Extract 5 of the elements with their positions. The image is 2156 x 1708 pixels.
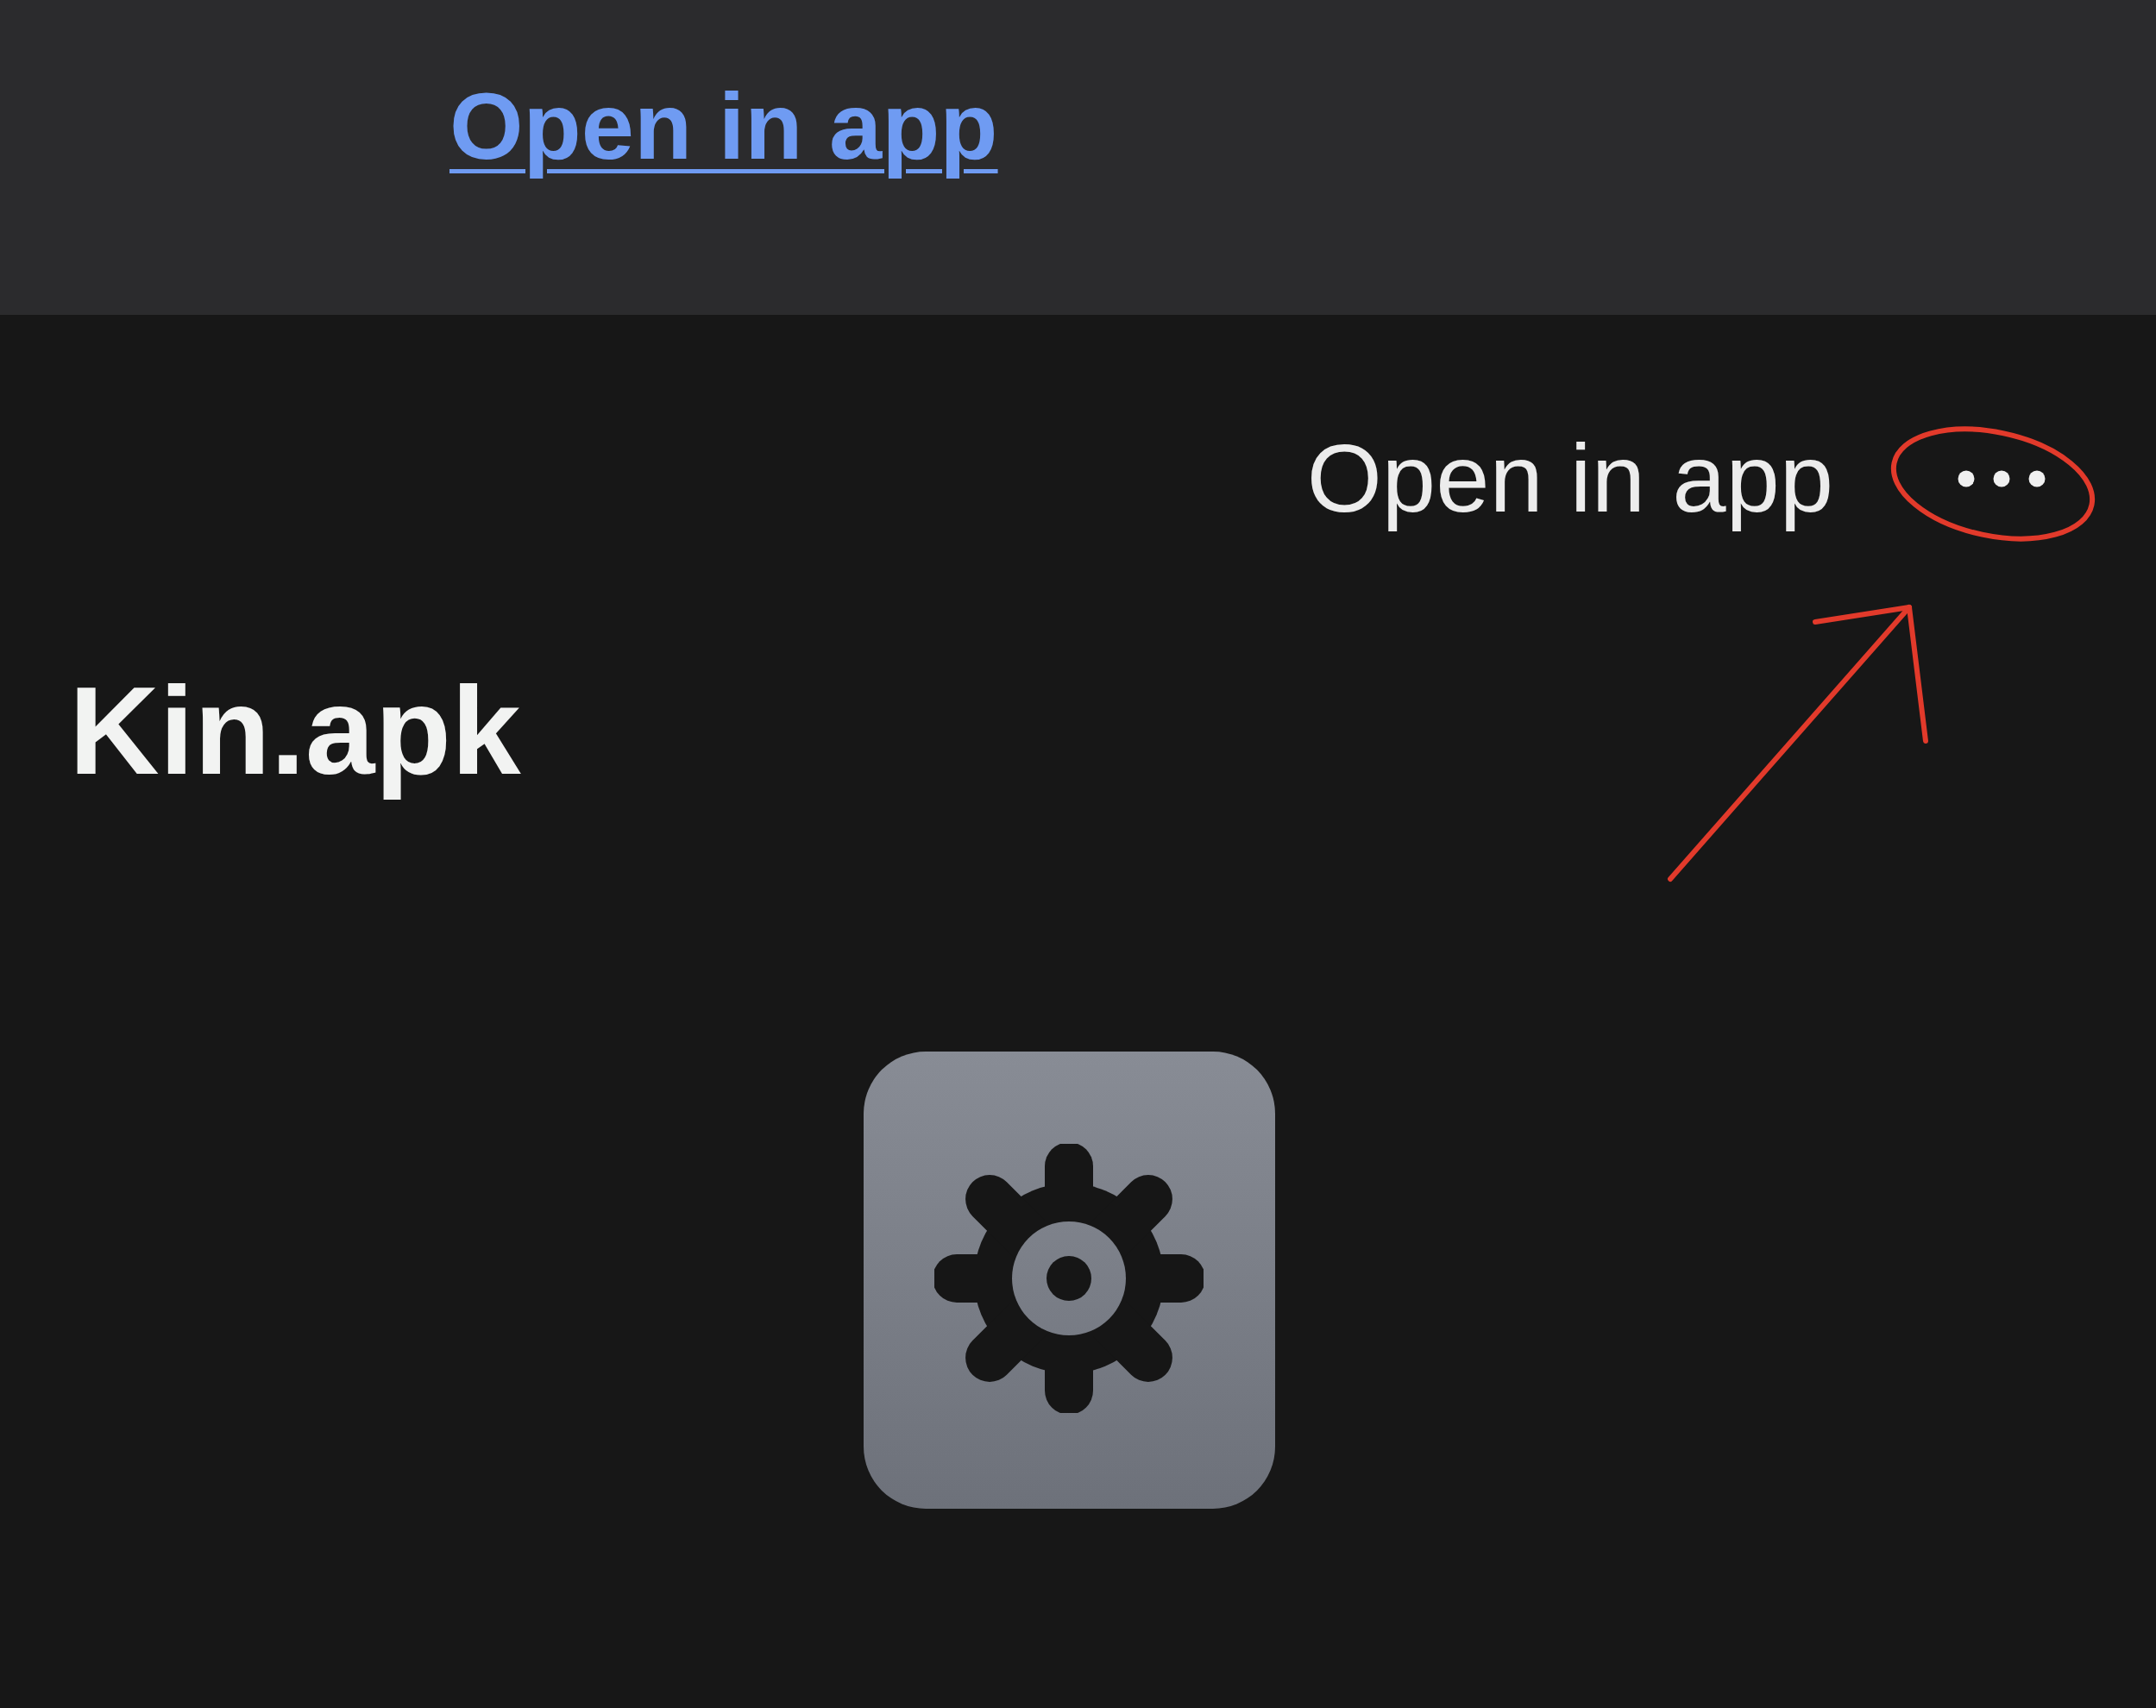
more-icon (1958, 470, 2046, 488)
file-name: Kin.apk (69, 659, 521, 802)
gear-icon (864, 1051, 1275, 1509)
open-in-app-link[interactable]: Open in app (449, 72, 998, 181)
open-in-app-link[interactable]: Open in app (1306, 424, 1833, 535)
